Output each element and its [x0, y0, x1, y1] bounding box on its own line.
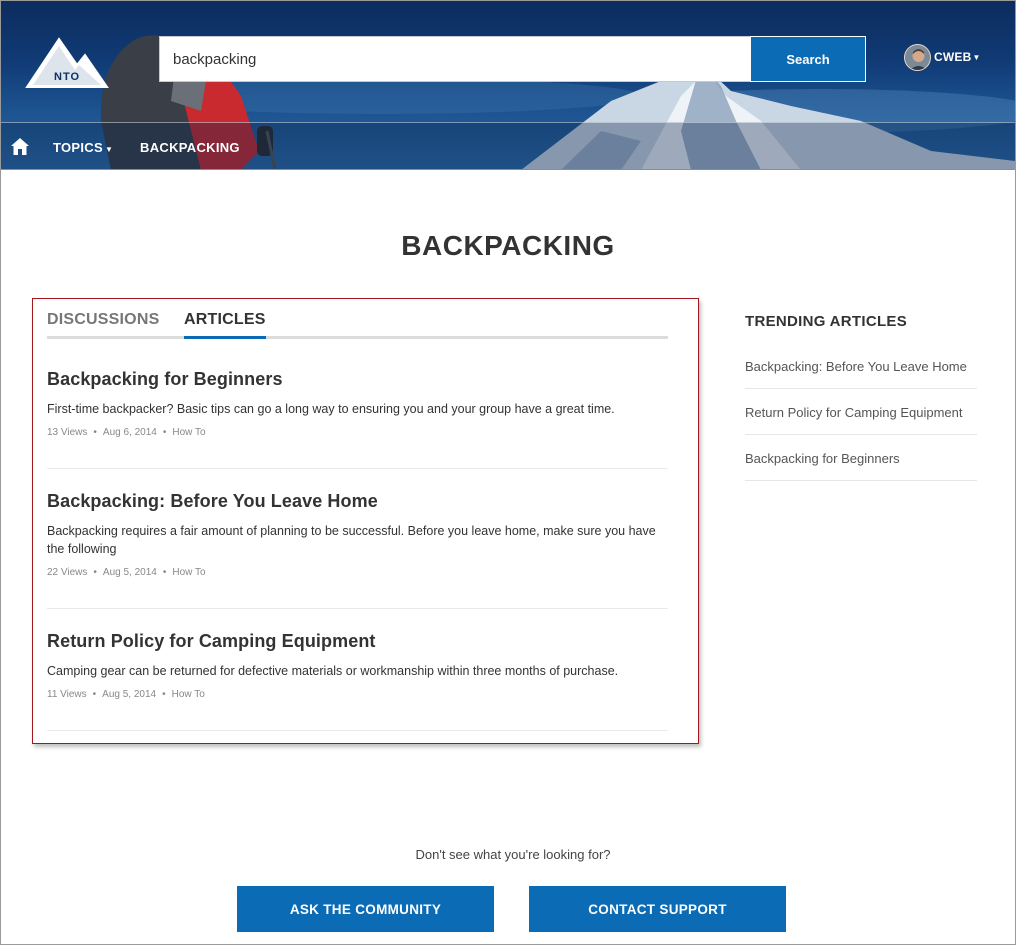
article-date: Aug 6, 2014 [102, 427, 157, 438]
ask-community-button[interactable]: ASK THE COMMUNITY [237, 886, 494, 932]
article-meta: 11 Views • Aug 5, 2014 • How To [47, 689, 668, 700]
article-type[interactable]: How To [172, 567, 205, 578]
help-prompt: Don't see what you're looking for? [415, 847, 611, 862]
article-item: Backpacking for Beginners First-time bac… [47, 369, 668, 469]
page-title: BACKPACKING [401, 230, 615, 261]
trending-item[interactable]: Backpacking: Before You Leave Home [745, 343, 977, 389]
user-name: CWEB [934, 50, 972, 64]
search-button[interactable]: Search [750, 36, 866, 82]
separator-dot: • [162, 427, 167, 438]
nav-topics-label: TOPICS [53, 140, 103, 155]
article-type[interactable]: How To [172, 427, 205, 438]
search-input[interactable] [159, 36, 750, 82]
avatar [904, 43, 931, 71]
trending-articles: TRENDING ARTICLES Backpacking: Before Yo… [745, 313, 977, 481]
tab-discussions[interactable]: DISCUSSIONS [47, 311, 159, 339]
feed-tabs: DISCUSSIONS ARTICLES [47, 311, 668, 339]
separator-dot: • [162, 567, 167, 578]
tab-articles[interactable]: ARTICLES [184, 311, 266, 339]
article-meta: 13 Views • Aug 6, 2014 • How To [47, 427, 668, 438]
trending-list: Backpacking: Before You Leave Home Retur… [745, 343, 977, 481]
article-type[interactable]: How To [172, 689, 205, 700]
nav-current-topic[interactable]: BACKPACKING [140, 140, 240, 155]
article-title[interactable]: Backpacking for Beginners [47, 369, 668, 390]
article-summary: First-time backpacker? Basic tips can go… [47, 402, 615, 416]
article-item: Backpacking: Before You Leave Home Backp… [47, 491, 668, 609]
home-icon[interactable] [11, 138, 29, 155]
user-menu[interactable]: CWEB ▼ [904, 43, 980, 71]
article-views: 13 Views [47, 427, 88, 438]
chevron-down-icon: ▼ [104, 145, 114, 154]
article-views: 22 Views [47, 567, 88, 578]
article-title[interactable]: Backpacking: Before You Leave Home [47, 491, 668, 512]
article-views: 11 Views [47, 689, 87, 700]
separator-dot: • [93, 427, 97, 438]
trending-item[interactable]: Backpacking for Beginners [745, 435, 977, 481]
article-summary: Backpacking requires a fair amount of pl… [47, 524, 656, 556]
separator-dot: • [93, 567, 97, 578]
separator-dot: • [92, 689, 97, 700]
contact-support-button[interactable]: CONTACT SUPPORT [529, 886, 786, 932]
chevron-down-icon: ▼ [972, 52, 981, 62]
topic-nav: TOPICS ▼ BACKPACKING [1, 122, 1015, 169]
nav-topics-menu[interactable]: TOPICS ▼ [53, 140, 113, 155]
logo-text: NTO [54, 71, 81, 83]
article-meta: 22 Views • Aug 5, 2014 • How To [47, 567, 668, 578]
article-date: Aug 5, 2014 [102, 567, 157, 578]
site-header: NTO Search CWEB ▼ TOPICS▼ BACKPACKING [1, 1, 1015, 170]
article-date: Aug 5, 2014 [102, 689, 157, 700]
topic-feed-panel: DISCUSSIONS ARTICLES Backpacking for Beg… [32, 298, 699, 744]
separator-dot: • [162, 689, 166, 700]
article-summary: Camping gear can be returned for defecti… [47, 664, 619, 678]
article-title[interactable]: Return Policy for Camping Equipment [47, 631, 668, 652]
article-item: Return Policy for Camping Equipment Camp… [47, 631, 668, 731]
trending-item[interactable]: Return Policy for Camping Equipment [745, 389, 977, 435]
trending-title: TRENDING ARTICLES [745, 313, 908, 330]
